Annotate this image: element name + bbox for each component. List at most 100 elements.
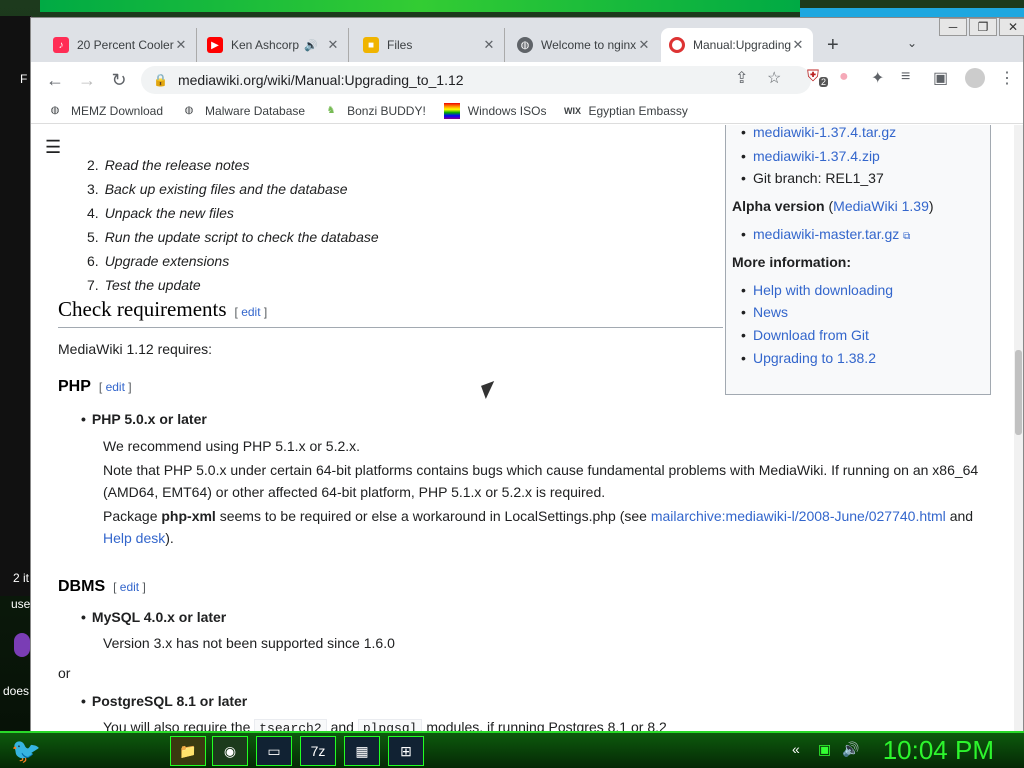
lock-icon[interactable]: 🔒 bbox=[153, 73, 168, 87]
toc-list-icon[interactable]: ☰ bbox=[45, 137, 65, 157]
file-explorer-icon[interactable]: 📁 bbox=[170, 736, 206, 766]
maximize-button[interactable]: ❐ bbox=[969, 18, 997, 36]
tray-chevron-icon[interactable]: « bbox=[792, 741, 800, 757]
new-tab-button[interactable]: + bbox=[827, 34, 839, 57]
tab-ken-ashcorp[interactable]: ▶ Ken Ashcorp 🔊 ✕ bbox=[199, 28, 349, 62]
menu-kebab-icon[interactable]: ⋮ bbox=[999, 68, 1015, 88]
download-from-git-link[interactable]: Download from Git bbox=[741, 327, 869, 343]
list-item[interactable]: 7. Test the update bbox=[87, 273, 379, 297]
edit-section-link[interactable]: [ edit ] bbox=[235, 305, 268, 319]
mailarchive-link[interactable]: mailarchive:mediawiki-l/2008-June/027740… bbox=[651, 508, 946, 524]
external-link-icon: ⧉ bbox=[903, 231, 911, 242]
reload-button[interactable]: ↻ bbox=[103, 64, 135, 96]
close-icon[interactable]: ✕ bbox=[482, 37, 496, 53]
close-icon[interactable]: ✕ bbox=[791, 37, 805, 53]
bookmarks-bar: ◍ MEMZ Download ◍ Malware Database ♞ Bonzi … bbox=[31, 98, 1023, 124]
tab-20-percent-cooler[interactable]: ♪ 20 Percent Cooler ✕ bbox=[45, 28, 197, 62]
section-divider bbox=[58, 327, 723, 328]
edit-section-link[interactable]: [ edit ] bbox=[99, 380, 132, 394]
subsection-heading-php: PHP [ edit ] bbox=[58, 378, 132, 396]
alpha-label: Alpha version bbox=[732, 198, 825, 214]
step-number: 5. bbox=[87, 229, 99, 245]
edit-link[interactable]: edit bbox=[241, 305, 260, 319]
list-item[interactable]: 6. Upgrade extensions bbox=[87, 249, 379, 273]
close-icon[interactable]: ✕ bbox=[637, 37, 651, 53]
network-icon[interactable]: ⊞ bbox=[388, 736, 424, 766]
page-scrollbar[interactable] bbox=[1014, 125, 1023, 732]
subsection-heading-dbms: DBMS [ edit ] bbox=[58, 578, 146, 596]
desktop-yahoo-icon[interactable] bbox=[14, 633, 30, 657]
globe-icon: ◍ bbox=[517, 37, 533, 53]
tab-title: Ken Ashcorp bbox=[231, 38, 300, 52]
help-downloading-link[interactable]: Help with downloading bbox=[741, 282, 893, 298]
globe-icon: ◍ bbox=[184, 105, 194, 116]
bookmark-bonzi[interactable]: ♞ Bonzi BUDDY! bbox=[323, 103, 426, 119]
bookmark-star-icon[interactable]: ☆ bbox=[767, 68, 781, 88]
speaker-icon[interactable]: 🔊 bbox=[304, 39, 318, 52]
step-number: 4. bbox=[87, 205, 99, 221]
alpha-file-text: mediawiki-master.tar.gz bbox=[753, 226, 900, 242]
desktop-label: use bbox=[11, 597, 31, 611]
desktop-label: F bbox=[20, 72, 28, 86]
bookmark-windows-isos[interactable]: Windows ISOs bbox=[443, 102, 546, 119]
bookmark-malware-db[interactable]: ◍ Malware Database bbox=[181, 103, 305, 119]
bookmark-egyptian-embassy[interactable]: WIX Egyptian Embassy bbox=[564, 103, 688, 119]
list-item[interactable]: 4. Unpack the new files bbox=[87, 201, 379, 225]
edit-link[interactable]: edit bbox=[106, 380, 125, 394]
alpha-file-link[interactable]: mediawiki-master.tar.gz ⧉ bbox=[741, 226, 911, 242]
media-control-icon[interactable]: ≡ bbox=[901, 68, 910, 86]
list-item[interactable]: 3. Back up existing files and the databas… bbox=[87, 177, 379, 201]
tray-monitor-icon[interactable]: ▣ bbox=[818, 741, 831, 758]
tab-search-chevron-icon[interactable]: ⌄ bbox=[907, 36, 917, 50]
tab-nginx[interactable]: ◍ Welcome to nginx! ✕ bbox=[509, 28, 659, 62]
taskbar-clock[interactable]: 10:04 PM bbox=[883, 735, 994, 766]
download-zip-link[interactable]: mediawiki-1.37.4.zip bbox=[741, 148, 880, 164]
side-panel-icon[interactable]: ▣ bbox=[933, 68, 948, 88]
alpha-version-link[interactable]: MediaWiki 1.39 bbox=[833, 198, 929, 214]
more-info-heading: More information: bbox=[732, 254, 851, 270]
app-icon[interactable]: ▦ bbox=[344, 736, 380, 766]
scrollbar-thumb[interactable] bbox=[1015, 350, 1022, 435]
minimize-button[interactable]: ─ bbox=[939, 18, 967, 36]
start-button-angry-bird-icon[interactable]: 🐦 bbox=[6, 733, 46, 768]
7zip-icon[interactable]: 7z bbox=[300, 736, 336, 766]
tab-title: Welcome to nginx! bbox=[541, 38, 637, 52]
share-icon[interactable]: ⇪ bbox=[735, 68, 748, 88]
close-icon[interactable]: ✕ bbox=[326, 37, 340, 53]
step-number: 3. bbox=[87, 181, 99, 197]
list-item[interactable]: 2. Read the release notes bbox=[87, 153, 379, 177]
trans-flag-extension-icon[interactable]: ● bbox=[839, 68, 849, 86]
step-text: Upgrade extensions bbox=[104, 253, 230, 269]
help-desk-link[interactable]: Help desk bbox=[103, 530, 165, 546]
list-item[interactable]: 5. Run the update script to check the dat… bbox=[87, 225, 379, 249]
edit-section-link[interactable]: [ edit ] bbox=[113, 580, 146, 594]
php-note-line1: Note that PHP 5.0.x under certain 64-bit… bbox=[103, 462, 979, 478]
postgres-requirement: PostgreSQL 8.1 or later bbox=[81, 693, 247, 709]
close-icon[interactable]: ✕ bbox=[174, 37, 188, 53]
tab-manual-upgrading[interactable]: Manual:Upgrading ✕ bbox=[661, 28, 813, 62]
volume-icon[interactable]: 🔊 bbox=[842, 741, 859, 758]
forward-button[interactable]: → bbox=[71, 64, 103, 96]
edit-link[interactable]: edit bbox=[120, 580, 139, 594]
tab-files[interactable]: ■ Files ✕ bbox=[355, 28, 505, 62]
pkg-name: php-xml bbox=[161, 508, 216, 524]
back-button[interactable]: ← bbox=[39, 64, 71, 96]
page-content: ☰ 2. Read the release notes 3. Back up exi… bbox=[31, 125, 1016, 732]
bookmark-memz[interactable]: ◍ MEMZ Download bbox=[47, 103, 163, 119]
heading-text: DBMS bbox=[58, 578, 106, 595]
remote-desktop-icon[interactable]: ▭ bbox=[256, 736, 292, 766]
desktop-label: 2 it bbox=[13, 571, 30, 585]
step-number: 7. bbox=[87, 277, 99, 293]
extensions-puzzle-icon[interactable]: ✦ bbox=[871, 68, 884, 88]
download-tar-link[interactable]: mediawiki-1.37.4.tar.gz bbox=[741, 125, 896, 140]
address-bar[interactable]: 🔒 mediawiki.org/wiki/Manual:Upgrading_to… bbox=[141, 66, 811, 94]
ublock-extension-icon[interactable]: ⛨ 2 bbox=[807, 68, 829, 88]
news-link[interactable]: News bbox=[741, 304, 788, 320]
folder-icon: ■ bbox=[363, 37, 379, 53]
close-window-button[interactable]: ✕ bbox=[999, 18, 1024, 36]
extension-badge: 2 bbox=[819, 77, 829, 88]
chrome-icon[interactable]: ◉ bbox=[212, 736, 248, 766]
tab-title: Manual:Upgrading bbox=[693, 38, 791, 52]
upgrading-1-38-link[interactable]: Upgrading to 1.38.2 bbox=[741, 350, 876, 366]
profile-avatar-icon[interactable] bbox=[965, 68, 985, 88]
